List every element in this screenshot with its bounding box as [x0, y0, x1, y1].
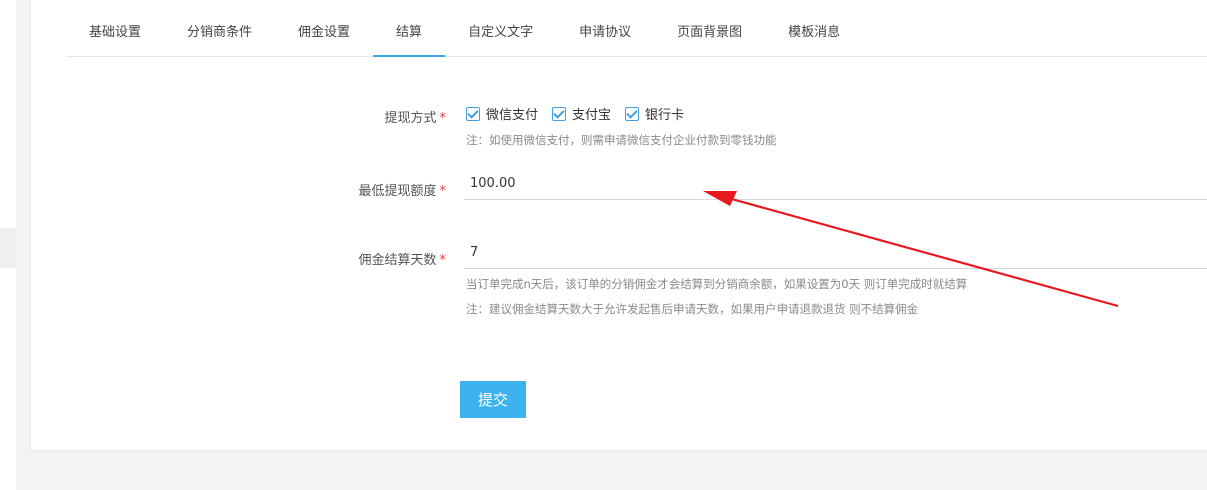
- checkbox-alipay[interactable]: 支付宝: [552, 104, 611, 123]
- tab-basic-settings[interactable]: 基础设置: [66, 0, 164, 56]
- checkbox-checked-icon[interactable]: [552, 106, 567, 121]
- checkbox-checked-icon[interactable]: [625, 106, 640, 121]
- required-mark: *: [439, 184, 447, 199]
- checkbox-bank-card[interactable]: 银行卡: [625, 104, 684, 123]
- tab-distributor-conditions[interactable]: 分销商条件: [164, 0, 275, 56]
- tab-agreement[interactable]: 申请协议: [556, 0, 654, 56]
- settings-card: [30, 0, 1207, 451]
- min-amount-input[interactable]: [464, 168, 1207, 200]
- checkbox-checked-icon[interactable]: [466, 106, 480, 121]
- withdraw-method-note: 注：如使用微信支付，则需申请微信支付企业付款到零钱功能: [466, 133, 777, 147]
- tab-bar: 基础设置 分销商条件 佣金设置 结算 自定义文字 申请协议 页面背景图 模板消息: [66, 0, 1207, 57]
- required-mark: *: [439, 253, 447, 268]
- withdraw-method-label-text: 提现方式: [384, 111, 437, 126]
- checkbox-label: 支付宝: [572, 108, 612, 123]
- min-amount-label-text: 最低提现额度: [358, 184, 437, 199]
- checkbox-wechat-pay[interactable]: 微信支付: [466, 104, 538, 123]
- submit-button[interactable]: 提交: [460, 381, 526, 418]
- checkbox-label: 银行卡: [645, 108, 685, 123]
- tab-template-message[interactable]: 模板消息: [765, 0, 863, 56]
- min-amount-label: 最低提现额度 *: [146, 180, 446, 199]
- tab-settlement[interactable]: 结算: [373, 0, 446, 57]
- tab-commission-settings[interactable]: 佣金设置: [275, 0, 373, 56]
- checkbox-label: 微信支付: [486, 108, 539, 123]
- required-mark: *: [439, 111, 447, 126]
- withdraw-method-options: 微信支付 支付宝 银行卡: [466, 104, 698, 123]
- left-strip-marker: [0, 228, 16, 268]
- withdraw-method-label: 提现方式 *: [146, 107, 446, 126]
- tab-custom-text[interactable]: 自定义文字: [445, 0, 556, 56]
- settle-days-label-text: 佣金结算天数: [358, 253, 437, 268]
- settle-days-note: 注：建议佣金结算天数大于允许发起售后申请天数，如果用户申请退款退货 则不结算佣金: [466, 302, 919, 316]
- settle-days-input[interactable]: [464, 237, 1207, 269]
- tab-page-background[interactable]: 页面背景图: [654, 0, 765, 56]
- settle-days-help: 当订单完成n天后，该订单的分销佣金才会结算到分销商余额，如果设置为0天 则订单完…: [466, 277, 968, 291]
- settle-days-label: 佣金结算天数 *: [146, 249, 446, 268]
